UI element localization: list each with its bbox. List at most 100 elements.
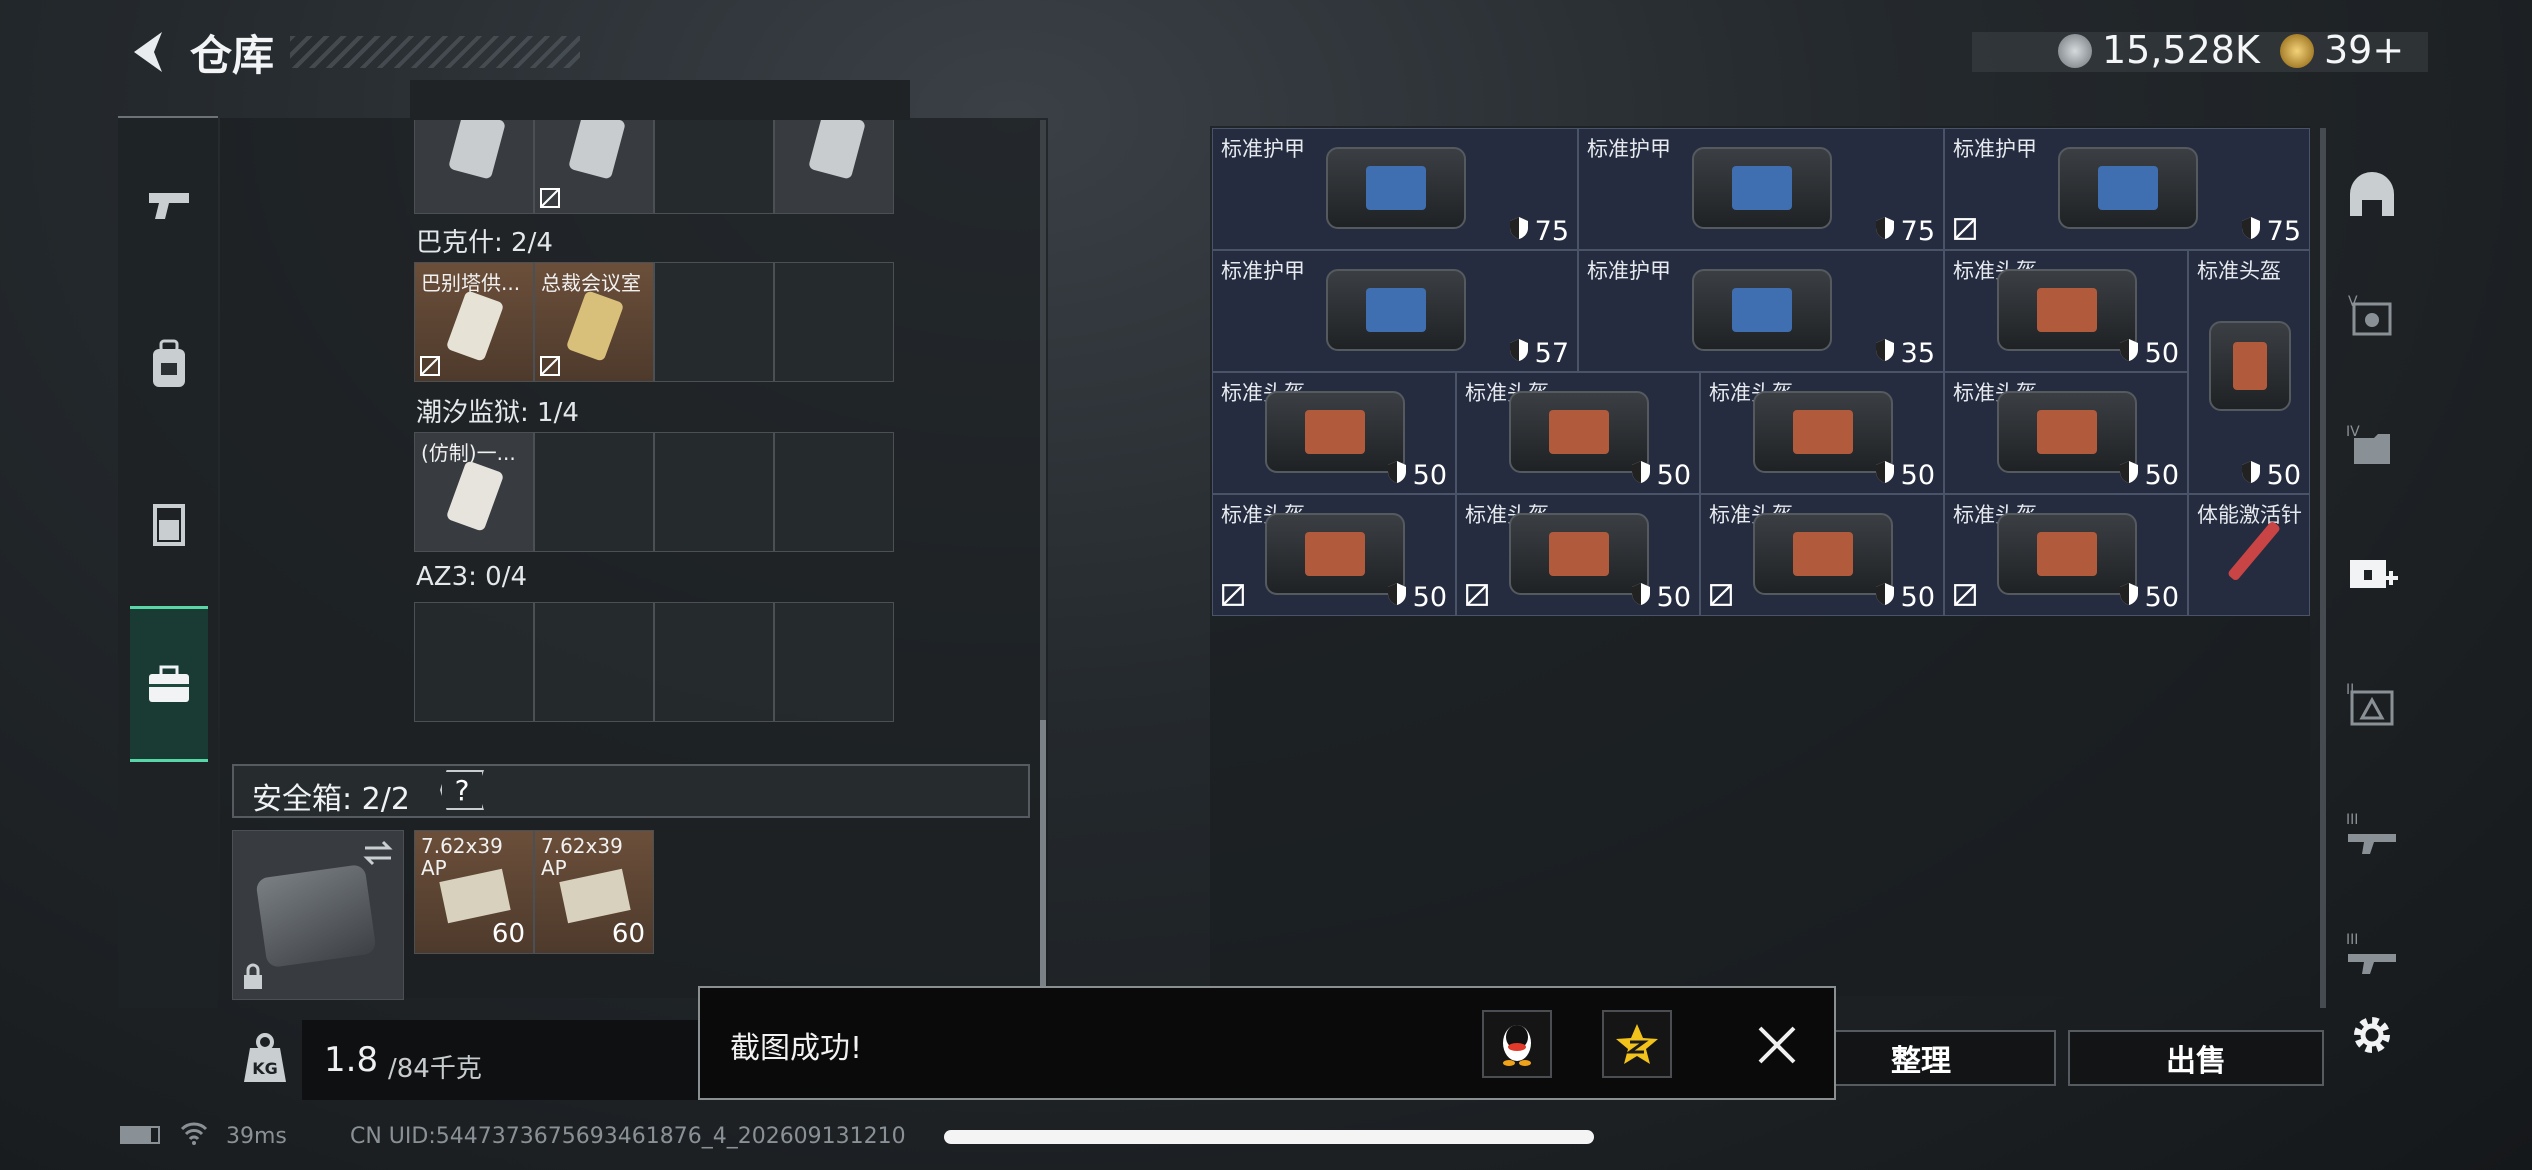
svg-text:III: III — [2346, 812, 2358, 828]
durability-number: 50 — [2266, 460, 2301, 491]
back-button[interactable] — [118, 22, 178, 82]
empty-slot[interactable] — [534, 602, 654, 722]
filter-armor-v[interactable]: V — [2334, 260, 2410, 370]
gear-icon — [2354, 1017, 2390, 1053]
durability-number: 35 — [1900, 338, 1935, 369]
durability-number: 50 — [2144, 338, 2179, 369]
durability-number: 50 — [1656, 582, 1691, 613]
helmet-bag-icon — [1997, 269, 2137, 351]
durability-number: 50 — [2144, 460, 2179, 491]
weight-display: 1.8 /84千克 — [302, 1020, 702, 1100]
qq-penguin-icon — [1503, 1025, 1531, 1066]
stash-item-armor[interactable]: 标准护甲 57 — [1212, 250, 1578, 372]
helmet-bag-icon — [1997, 513, 2137, 595]
key-card-icon — [445, 460, 505, 532]
stash-item-helmet[interactable]: 标准头盔 50 — [1700, 494, 1944, 616]
durability-number: 50 — [1900, 582, 1935, 613]
stash-item-helmet[interactable]: 标准头盔 50 — [1212, 372, 1456, 494]
stash-item-helmet[interactable]: 标准头盔 50 — [1944, 372, 2188, 494]
no-bind-icon — [540, 356, 560, 376]
empty-slot[interactable] — [654, 432, 774, 552]
helmet-bag-icon — [1997, 391, 2137, 473]
helmet-bag-icon — [2209, 321, 2291, 411]
filter-helmet[interactable] — [2334, 140, 2410, 250]
filter-medical[interactable] — [2334, 520, 2410, 630]
premium-amount[interactable]: 39+ — [2324, 28, 2404, 72]
armor-vest-icon — [1326, 147, 1466, 229]
stash-item-armor[interactable]: 标准护甲 75 — [1212, 128, 1578, 250]
safe-box-icon — [255, 863, 377, 969]
stash-item-helmet[interactable]: 标准头盔 50 — [1212, 494, 1456, 616]
stash-item-armor[interactable]: 标准护甲 75 — [1944, 128, 2310, 250]
category-weapons[interactable] — [130, 130, 208, 280]
share-qq-button[interactable] — [1482, 1010, 1552, 1078]
key-card-icon — [447, 110, 507, 180]
key-card-slot[interactable]: 巴别塔供... — [414, 262, 534, 382]
filter-ammo-ii[interactable]: II — [2334, 650, 2410, 760]
safe-box-slot[interactable] — [232, 830, 404, 1000]
helmet-pad — [2037, 410, 2097, 454]
home-indicator[interactable] — [944, 1130, 1594, 1144]
key-card-icon — [565, 290, 625, 362]
stash-item-stim[interactable]: 体能激活针 — [2188, 494, 2310, 616]
share-qzone-button[interactable] — [1602, 1010, 1672, 1078]
stash-item-helmet[interactable]: 标准头盔 50 — [1456, 494, 1700, 616]
filter-weapon-iii[interactable]: III — [2334, 780, 2410, 890]
empty-slot[interactable] — [654, 262, 774, 382]
stash-scrollbar[interactable] — [2320, 128, 2326, 1008]
shield-icon — [1387, 582, 1407, 613]
settings-button[interactable] — [2334, 1000, 2410, 1070]
ammo-slot[interactable]: 7.62x39 AP 60 — [534, 830, 654, 954]
item-name: 标准头盔 — [2197, 259, 2281, 283]
category-rig[interactable] — [130, 450, 208, 600]
empty-slot[interactable] — [774, 432, 894, 552]
empty-slot[interactable] — [654, 602, 774, 722]
container-scroll-thumb[interactable] — [1040, 720, 1046, 990]
stash-item-helmet[interactable]: 标准头盔 50 — [1944, 494, 2188, 616]
swap-icon[interactable] — [361, 839, 395, 867]
ammo-ii-icon: II — [2346, 682, 2394, 726]
gold-coin-icon — [2280, 34, 2314, 68]
shield-icon — [1875, 338, 1895, 369]
helmet-pad — [1793, 532, 1853, 576]
key-card-slot[interactable]: (仿制)一... — [414, 432, 534, 552]
ammo-slot[interactable]: 7.62x39 AP 60 — [414, 830, 534, 954]
filter-armor-iv[interactable]: IV — [2334, 390, 2410, 500]
toast-close-button[interactable] — [1752, 1020, 1802, 1070]
armor-vest-icon — [1692, 269, 1832, 351]
stash-item-armor[interactable]: 标准护甲 35 — [1578, 250, 1944, 372]
stash-item-helmet[interactable]: 标准头盔 50 — [1944, 250, 2188, 372]
item-name: (仿制)一... — [421, 441, 516, 465]
help-button[interactable]: ? — [440, 770, 484, 810]
helmet-icon — [2350, 172, 2394, 216]
qzone-star-icon — [1616, 1024, 1658, 1064]
empty-slot[interactable] — [414, 602, 534, 722]
stash-item-helmet[interactable]: 标准头盔 50 — [2188, 250, 2310, 494]
shield-icon — [2119, 460, 2139, 491]
category-case[interactable] — [130, 606, 208, 762]
item-name: 总裁会议室 — [541, 271, 641, 295]
title-decoration — [290, 36, 580, 68]
stash-item-armor[interactable]: 标准护甲 75 — [1578, 128, 1944, 250]
sell-button[interactable]: 出售 — [2068, 1030, 2324, 1086]
helmet-pad — [1793, 410, 1853, 454]
ping-value: 39ms — [226, 1124, 287, 1149]
empty-slot[interactable] — [534, 432, 654, 552]
category-backpack[interactable] — [130, 290, 208, 440]
empty-slot[interactable] — [774, 602, 894, 722]
durability-value: 50 — [1875, 460, 1935, 491]
empty-slot[interactable] — [774, 262, 894, 382]
helmet-bag-icon — [1509, 513, 1649, 595]
ammo-quantity: 60 — [611, 919, 645, 949]
durability-value: 50 — [2119, 338, 2179, 369]
shield-icon — [1509, 216, 1529, 247]
stash-item-helmet[interactable]: 标准头盔 50 — [1700, 372, 1944, 494]
chest-rig-icon — [153, 504, 185, 546]
helmet-bag-icon — [1753, 513, 1893, 595]
durability-value: 50 — [2119, 460, 2179, 491]
helmet-bag-icon — [1265, 391, 1405, 473]
filter-weapon-ii[interactable]: III — [2334, 900, 2410, 1010]
key-card-icon — [567, 110, 627, 180]
key-card-slot[interactable]: 总裁会议室 — [534, 262, 654, 382]
stash-item-helmet[interactable]: 标准头盔 50 — [1456, 372, 1700, 494]
